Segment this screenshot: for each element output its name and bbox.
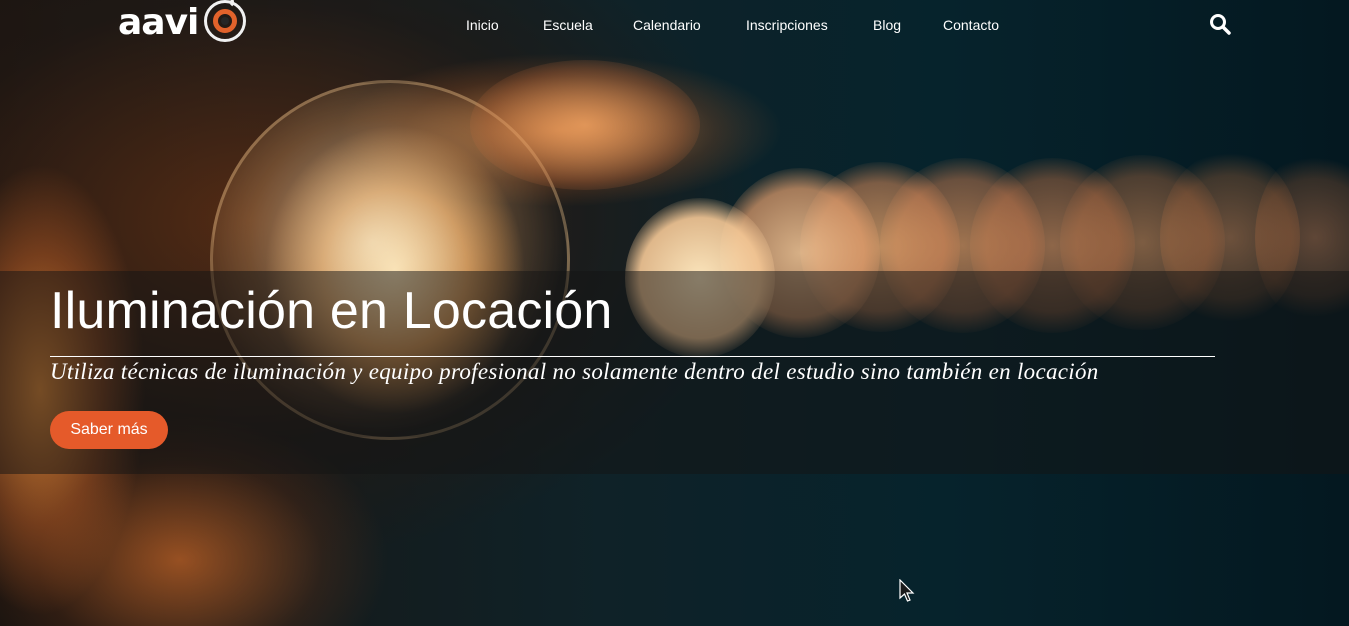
hero-title: Iluminación en Locación: [50, 282, 613, 340]
saber-mas-button[interactable]: Saber más: [50, 411, 168, 449]
nav-item-escuela[interactable]: Escuela: [543, 17, 593, 33]
search-icon[interactable]: [1208, 12, 1232, 36]
nav-item-contacto[interactable]: Contacto: [943, 17, 999, 33]
nav-item-inscripciones[interactable]: Inscripciones: [746, 17, 828, 33]
mouse-cursor-icon: [899, 578, 915, 603]
nav-item-calendario[interactable]: Calendario: [633, 17, 701, 33]
hero-subtitle: Utiliza técnicas de iluminación y equipo…: [50, 359, 1099, 384]
main-nav: Inicio Escuela Calendario Inscripciones …: [0, 17, 1349, 37]
nav-item-inicio[interactable]: Inicio: [466, 17, 499, 33]
hero-divider: [50, 356, 1215, 357]
top-navbar: aavi Inicio Escuela Calendario Inscripci…: [0, 0, 1349, 52]
nav-item-blog[interactable]: Blog: [873, 17, 901, 33]
